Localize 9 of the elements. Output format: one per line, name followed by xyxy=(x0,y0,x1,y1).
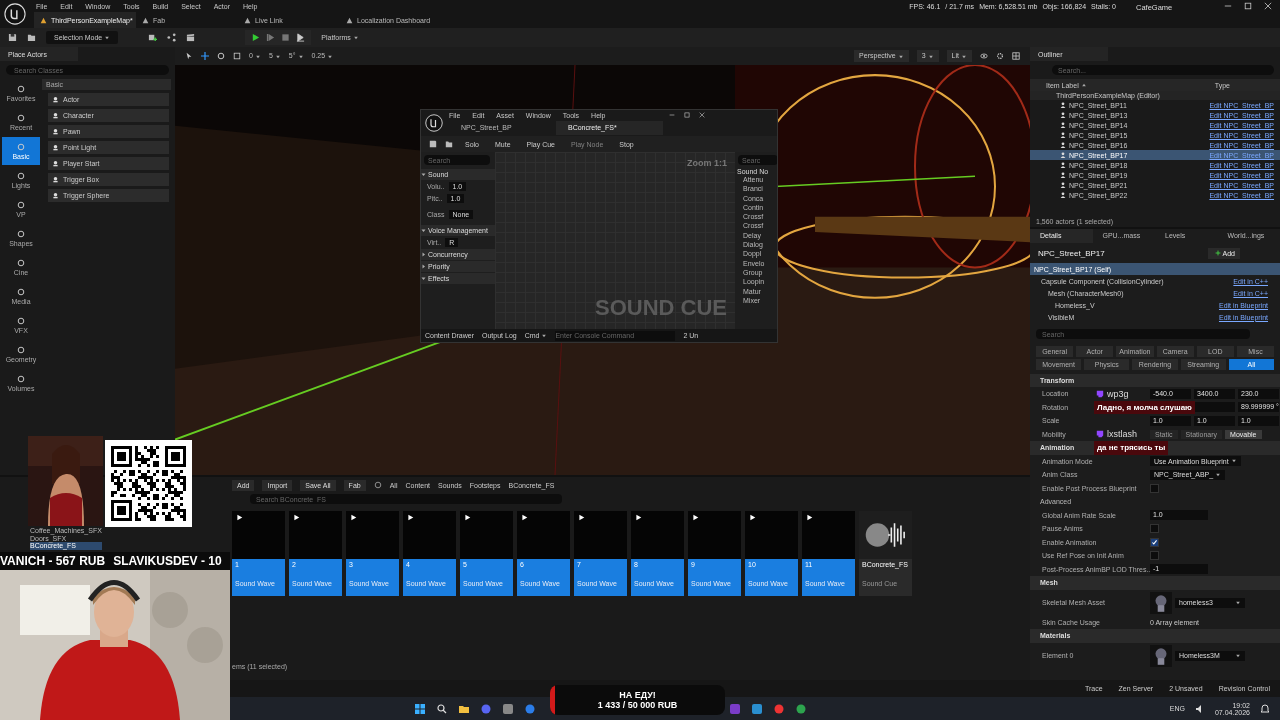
donation-text: VANICH - 567 RUB xyxy=(0,554,106,568)
chat-username: lxstlash xyxy=(1107,429,1137,440)
zoom-label: Zoom 1:1 xyxy=(687,158,727,168)
chat-toast: да не трясись ты xyxy=(1094,441,1169,455)
goal-title: НА ЕДУ! xyxy=(619,690,656,700)
donation-text: SLAVIKUSDEV - 10 xyxy=(113,554,222,568)
actor-name: NPC_Street_BP17 xyxy=(1038,248,1105,258)
goal-amount: 1 433 / 50 000 RUB xyxy=(597,700,678,710)
chat-username: wp3g xyxy=(1107,388,1129,399)
